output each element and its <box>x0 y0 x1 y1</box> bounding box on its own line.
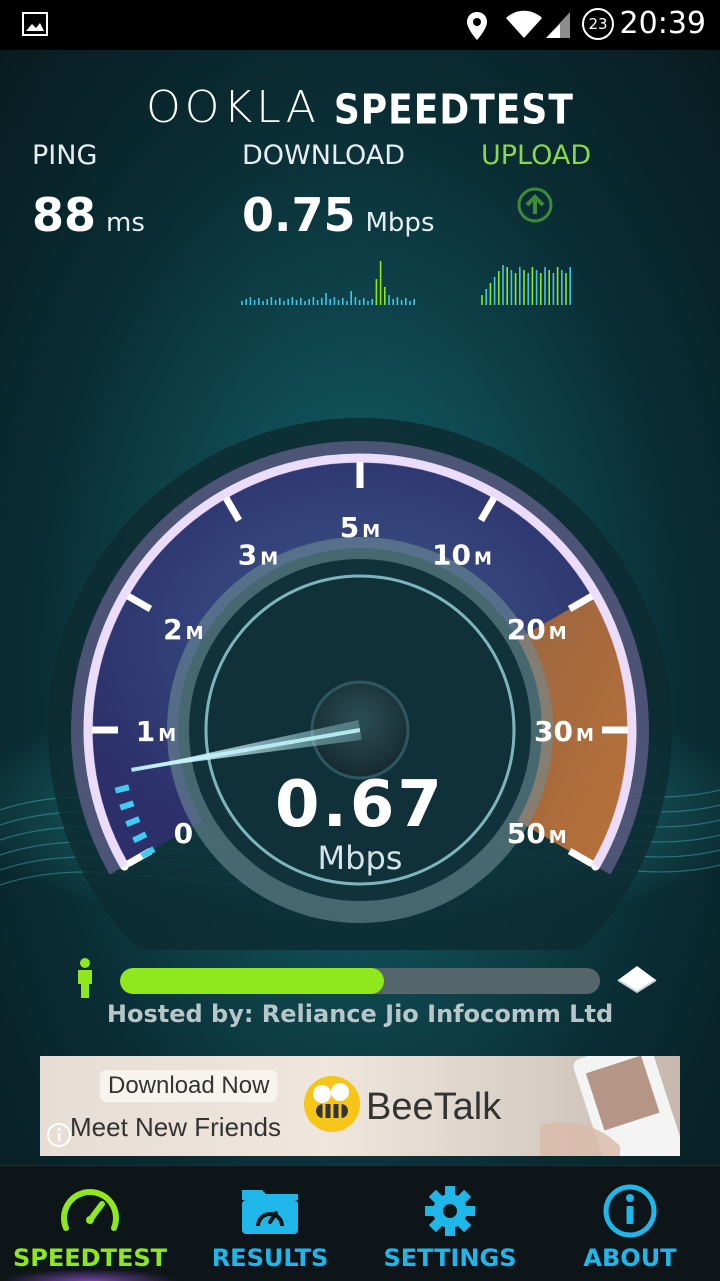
notification-badge: 23 <box>582 8 614 40</box>
person-icon <box>78 958 92 998</box>
location-icon <box>467 12 487 40</box>
info-icon <box>603 1184 657 1238</box>
gear-icon <box>425 1186 475 1236</box>
nav-settings-label: SETTINGS <box>383 1244 517 1272</box>
ad-download-now-button[interactable]: Download Now <box>100 1070 278 1102</box>
nav-about[interactable]: ABOUT <box>540 1166 720 1281</box>
ping-readout: 88 ms <box>32 188 145 242</box>
bottom-nav: SPEEDTEST RESULTS SETTINGS ABOUT <box>0 1165 720 1281</box>
ad-info-icon[interactable] <box>46 1122 72 1148</box>
download-readout: 0.75 Mbps <box>242 188 435 242</box>
test-progress-fill <box>120 968 384 994</box>
nav-results-label: RESULTS <box>211 1244 329 1272</box>
current-speed-value: 0.67 <box>275 768 445 842</box>
ad-phone-image <box>540 1056 680 1156</box>
upload-label: UPLOAD <box>481 140 592 171</box>
results-folder-icon <box>242 1190 298 1234</box>
nav-speedtest-label: SPEEDTEST <box>12 1244 167 1272</box>
upload-arrow-icon <box>517 187 553 223</box>
test-progress-bar <box>120 968 600 994</box>
upload-sparkline <box>481 265 571 305</box>
nav-speedtest[interactable]: SPEEDTEST <box>0 1166 180 1281</box>
download-value: 0.75 <box>242 188 356 242</box>
brand-ookla: OOKLA <box>146 82 320 133</box>
nav-results[interactable]: RESULTS <box>180 1166 360 1281</box>
download-sparkline <box>241 261 415 305</box>
status-bar: 23 20:39 <box>0 0 720 50</box>
ad-tagline: Meet New Friends <box>70 1112 281 1142</box>
ping-unit: ms <box>106 208 145 238</box>
download-unit: Mbps <box>365 208 435 238</box>
beetalk-logo-icon <box>304 1076 360 1132</box>
speedometer-icon <box>61 1189 119 1231</box>
nav-about-label: ABOUT <box>583 1244 677 1272</box>
clock: 20:39 <box>619 6 706 41</box>
ping-label: PING <box>32 140 98 171</box>
server-icon <box>617 966 657 994</box>
current-speed-unit: Mbps <box>317 839 403 877</box>
speedtest-screen: OOKLA SPEEDTEST PING 88 ms DOWNLOAD 0.75 Mb… <box>0 50 720 1165</box>
image-icon <box>22 12 48 36</box>
current-speed-readout: 0.67 Mbps <box>0 770 720 876</box>
advertisement-banner[interactable]: Download Now Meet New Friends BeeTalk <box>40 1056 680 1156</box>
wifi-icon <box>506 10 542 39</box>
ad-brand: BeeTalk <box>366 1086 502 1128</box>
brand-speedtest: SPEEDTEST <box>333 86 574 135</box>
ookla-speedtest-logo: OOKLA SPEEDTEST <box>0 82 720 135</box>
ping-value: 88 <box>32 188 97 242</box>
signal-icon <box>546 12 570 38</box>
nav-settings[interactable]: SETTINGS <box>360 1166 540 1281</box>
download-label: DOWNLOAD <box>242 140 406 171</box>
hosted-by-label: Hosted by: Reliance Jio Infocomm Ltd <box>106 1000 614 1028</box>
